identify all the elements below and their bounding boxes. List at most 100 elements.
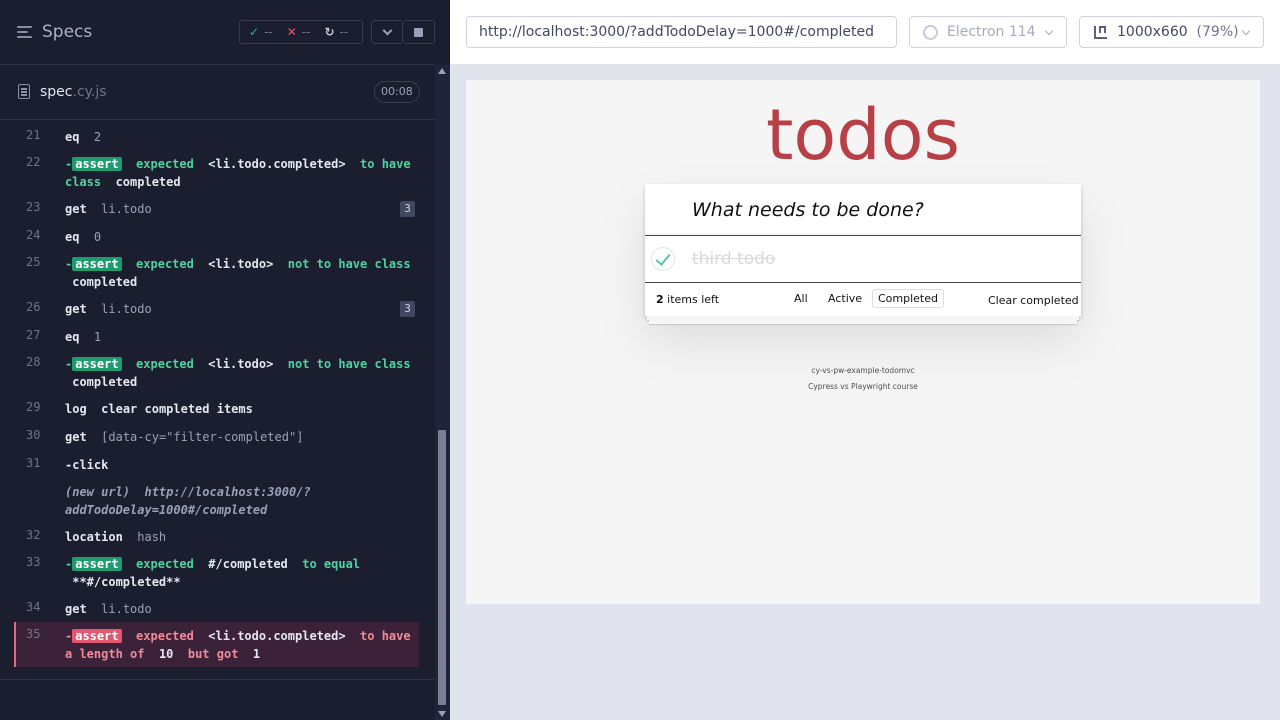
scroll-down-icon[interactable]	[438, 711, 446, 717]
check-icon[interactable]	[651, 247, 675, 271]
command-row[interactable]: 32 location hash	[14, 528, 419, 546]
new-todo-input[interactable]: What needs to be done?	[645, 184, 1081, 236]
log-message: clear completed items	[101, 402, 253, 416]
filter-active[interactable]: Active	[822, 289, 868, 308]
command-arg: hash	[137, 530, 167, 544]
command-row[interactable]: 29 log clear completed items	[14, 400, 419, 418]
command-row[interactable]: 21 eq 2	[14, 128, 419, 146]
command-row[interactable]: 27 eq 1	[14, 328, 419, 346]
scroll-up-icon[interactable]	[438, 68, 446, 74]
command-name: log	[65, 402, 87, 416]
browser-label: Electron 114	[947, 24, 1036, 40]
command-row[interactable]: 34 get li.todo	[14, 600, 419, 618]
command-number: 33	[26, 555, 41, 569]
specs-toggle[interactable]: Specs	[17, 22, 92, 42]
chevron-down-icon	[1241, 26, 1251, 36]
command-number: 26	[26, 300, 41, 314]
pending-count: --	[339, 25, 349, 39]
command-arg: li.todo	[101, 602, 152, 616]
todo-label: third todo	[692, 249, 776, 269]
stop-button[interactable]	[403, 20, 435, 44]
app-under-test: todos What needs to be done? third todo …	[466, 80, 1260, 604]
scroll-thumb[interactable]	[438, 430, 446, 705]
reporter-panel: Specs ✓ -- ✕ -- ↻ -- spec.cy.js 00:08 21 eq…	[0, 0, 450, 720]
assert-tag: assert	[72, 357, 122, 371]
assert-tag: assert	[72, 157, 122, 171]
command-arg: 2	[93, 130, 102, 144]
spec-file-row[interactable]: spec.cy.js 00:08	[0, 65, 435, 120]
command-number: 24	[26, 228, 41, 242]
spec-filename: spec.cy.js	[40, 84, 107, 100]
clear-completed-button[interactable]: Clear completed	[988, 294, 1079, 307]
new-url-event[interactable]: (new url) http://localhost:3000/? addTodo…	[14, 483, 419, 519]
viewport-selector[interactable]: 1000x660 (79%)	[1079, 16, 1264, 48]
run-stats: ✓ -- ✕ -- ↻ --	[239, 20, 363, 44]
info-repo: cy-vs-pw-example-todomvc	[811, 366, 915, 375]
command-row[interactable]: 24 eq 0	[14, 228, 419, 246]
command-number: 21	[26, 128, 41, 142]
command-name: get	[65, 302, 87, 316]
filter-completed[interactable]: Completed	[872, 289, 944, 308]
command-row[interactable]: 26 get li.todo 3	[14, 300, 419, 318]
new-todo-placeholder: What needs to be done?	[692, 199, 924, 221]
command-arg: li.todo	[101, 202, 152, 216]
command-arg: 0	[93, 230, 102, 244]
command-name: get	[65, 602, 87, 616]
command-number: 31	[26, 456, 41, 470]
viewport-label: 1000x660 (79%)	[1117, 24, 1239, 40]
todo-item[interactable]: third todo	[645, 237, 1081, 283]
viewport-icon	[1094, 26, 1107, 39]
command-name: eq	[65, 330, 80, 344]
command-number: 29	[26, 400, 41, 414]
command-log-scrollbar[interactable]	[435, 65, 450, 720]
failed-command-row[interactable]: 35 - assert expected <li.todo.completed> …	[14, 622, 419, 667]
assert-tag: assert	[72, 629, 122, 643]
browser-selector[interactable]: Electron 114	[909, 16, 1067, 48]
command-arg: li.todo	[101, 302, 152, 316]
command-row[interactable]: 22 - assert expected <li.todo.completed> …	[14, 155, 419, 191]
assert-tag: assert	[72, 557, 122, 571]
command-number: 32	[26, 528, 41, 542]
command-name: location	[65, 530, 123, 544]
command-name: get	[65, 430, 87, 444]
command-row[interactable]: 31 -click	[14, 456, 419, 474]
todo-count: 2 items left	[656, 293, 720, 306]
stop-icon	[414, 27, 423, 37]
command-row[interactable]: 28 - assert expected <li.todo> not to hav…	[14, 355, 419, 391]
command-log: 21 eq 2 22 - assert expected <li.todo.com…	[0, 120, 435, 680]
file-icon	[18, 84, 30, 99]
command-arg: [data-cy="filter-completed"]	[101, 430, 304, 444]
info-course: Cypress vs Playwright course	[808, 382, 918, 391]
assert-tag: assert	[72, 257, 122, 271]
specs-title: Specs	[42, 22, 93, 42]
command-number: 25	[26, 255, 41, 269]
command-row[interactable]: 30 get [data-cy="filter-completed"]	[14, 428, 419, 446]
todos-title: todos	[765, 94, 960, 176]
todo-footer: 2 items left All Active Completed Clear …	[645, 284, 1081, 316]
command-number: 22	[26, 155, 41, 169]
electron-icon	[923, 25, 938, 40]
command-name: eq	[65, 130, 80, 144]
menu-icon	[17, 25, 32, 39]
command-name: eq	[65, 230, 80, 244]
aut-toolbar: http://localhost:3000/?addTodoDelay=1000…	[450, 0, 1280, 64]
command-row[interactable]: 33 - assert expected #/completed to equal…	[14, 555, 419, 591]
failed-stat: ✕ --	[287, 25, 311, 39]
check-icon: ✓	[249, 25, 260, 39]
chevron-down-icon	[382, 25, 392, 35]
expand-toggle-button[interactable]	[371, 20, 403, 44]
duration-badge: 00:08	[374, 81, 420, 103]
failed-count: --	[301, 25, 311, 39]
command-number: 27	[26, 328, 41, 342]
url-bar[interactable]: http://localhost:3000/?addTodoDelay=1000…	[466, 16, 897, 48]
command-row[interactable]: 23 get li.todo 3	[14, 200, 419, 218]
todo-app: What needs to be done? third todo 2 item…	[645, 184, 1081, 316]
spinner-icon: ↻	[324, 25, 335, 39]
command-row[interactable]: 25 - assert expected <li.todo> not to hav…	[14, 255, 419, 291]
command-number: 28	[26, 355, 41, 369]
chevron-down-icon	[1044, 26, 1054, 36]
filter-all[interactable]: All	[788, 289, 814, 308]
passed-count: --	[264, 25, 273, 39]
command-name: -click	[65, 458, 109, 472]
command-name: get	[65, 202, 87, 216]
